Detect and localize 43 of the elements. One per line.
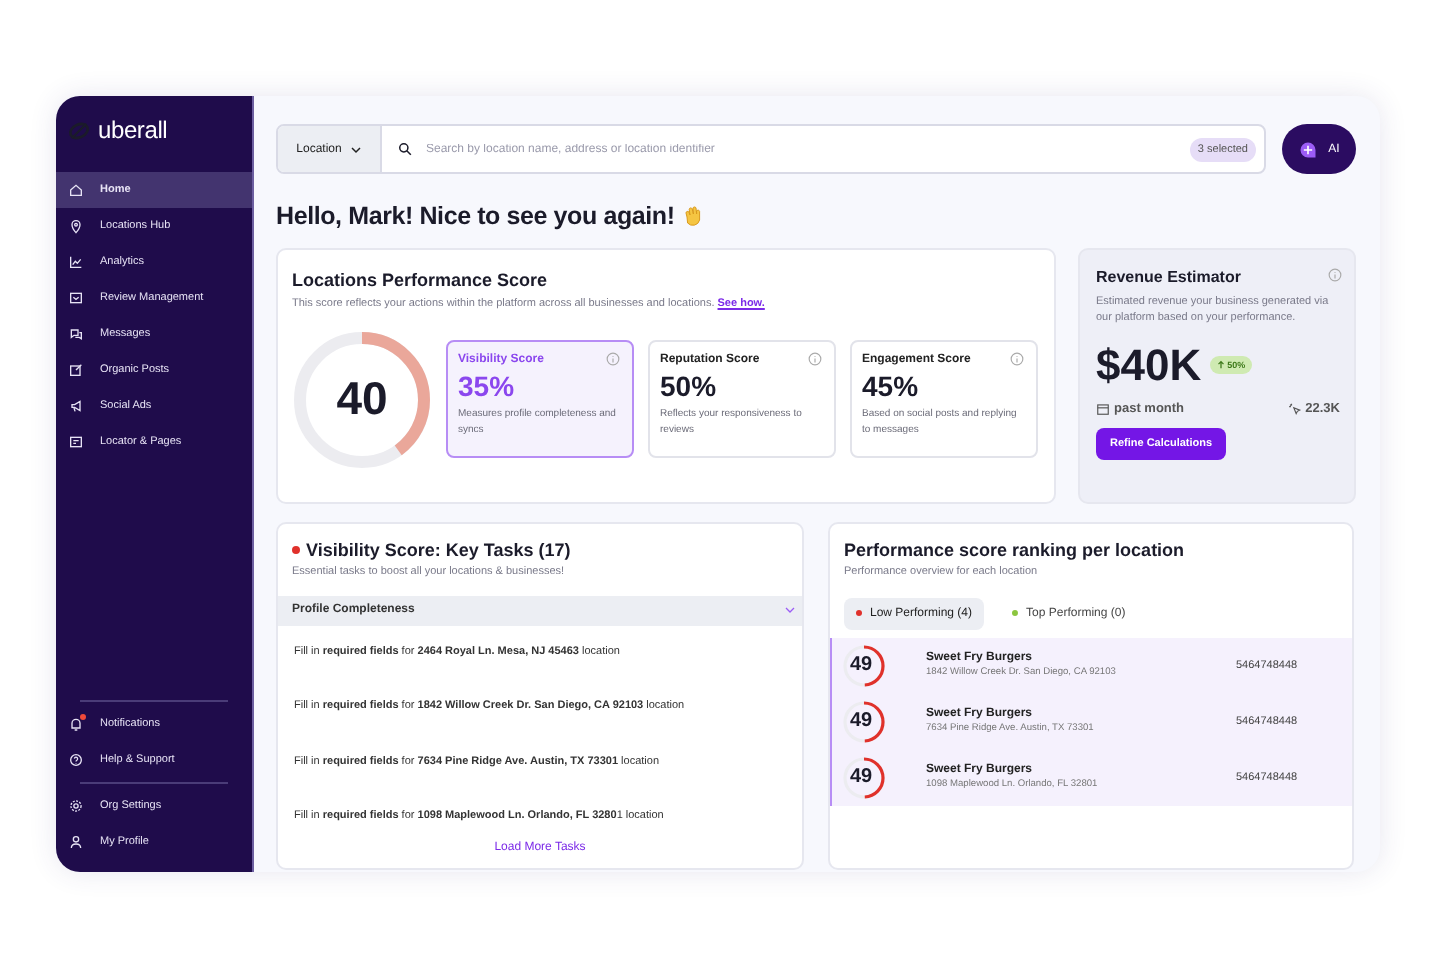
page-icon <box>68 434 84 450</box>
waving-hand-icon <box>680 204 705 228</box>
help-icon <box>68 752 84 768</box>
sparkle-chat-icon <box>1298 139 1319 159</box>
person-icon <box>68 834 84 850</box>
chevron-down-icon <box>784 604 796 617</box>
chart-icon <box>68 254 84 270</box>
info-icon <box>808 352 822 367</box>
score-percent: 50% <box>660 370 719 403</box>
greeting: Hello, Mark! Nice to see you again! <box>276 202 675 230</box>
score-percent: 45% <box>862 370 921 403</box>
pin-icon <box>68 218 84 234</box>
edit-icon <box>68 362 84 378</box>
card-title: Visibility Score: Key Tasks (17) <box>306 540 571 560</box>
info-icon <box>606 352 620 367</box>
search-icon <box>398 142 412 156</box>
score-value: 40 <box>334 371 390 426</box>
score-ring <box>842 755 886 800</box>
cursor-click-icon <box>1287 401 1302 416</box>
card-title: Performance score ranking per location <box>842 540 1187 560</box>
revenue-amount: $40K <box>1096 339 1202 392</box>
chevron-down-icon <box>349 143 362 155</box>
info-icon <box>1010 352 1024 367</box>
gear-icon <box>68 798 84 814</box>
calendar-icon <box>1096 401 1110 416</box>
score-ring <box>842 643 886 688</box>
card-title: Revenue Estimator <box>1096 268 1241 286</box>
home-icon <box>68 182 84 198</box>
logo-text: uberall <box>98 116 168 144</box>
info-icon <box>1328 268 1342 282</box>
score-value: 49 <box>850 765 873 788</box>
status-dot <box>292 546 300 554</box>
review-icon <box>68 290 84 306</box>
score-ring <box>842 699 886 744</box>
card-title: Locations Performance Score <box>292 270 548 290</box>
bell-icon <box>68 716 84 732</box>
up-arrow-icon <box>1215 360 1226 371</box>
megaphone-icon <box>68 398 84 414</box>
chat-icon <box>68 326 84 342</box>
score-percent: 35% <box>458 370 517 403</box>
score-gauge <box>292 329 432 470</box>
score-value: 49 <box>850 709 873 732</box>
score-value: 49 <box>850 653 873 676</box>
